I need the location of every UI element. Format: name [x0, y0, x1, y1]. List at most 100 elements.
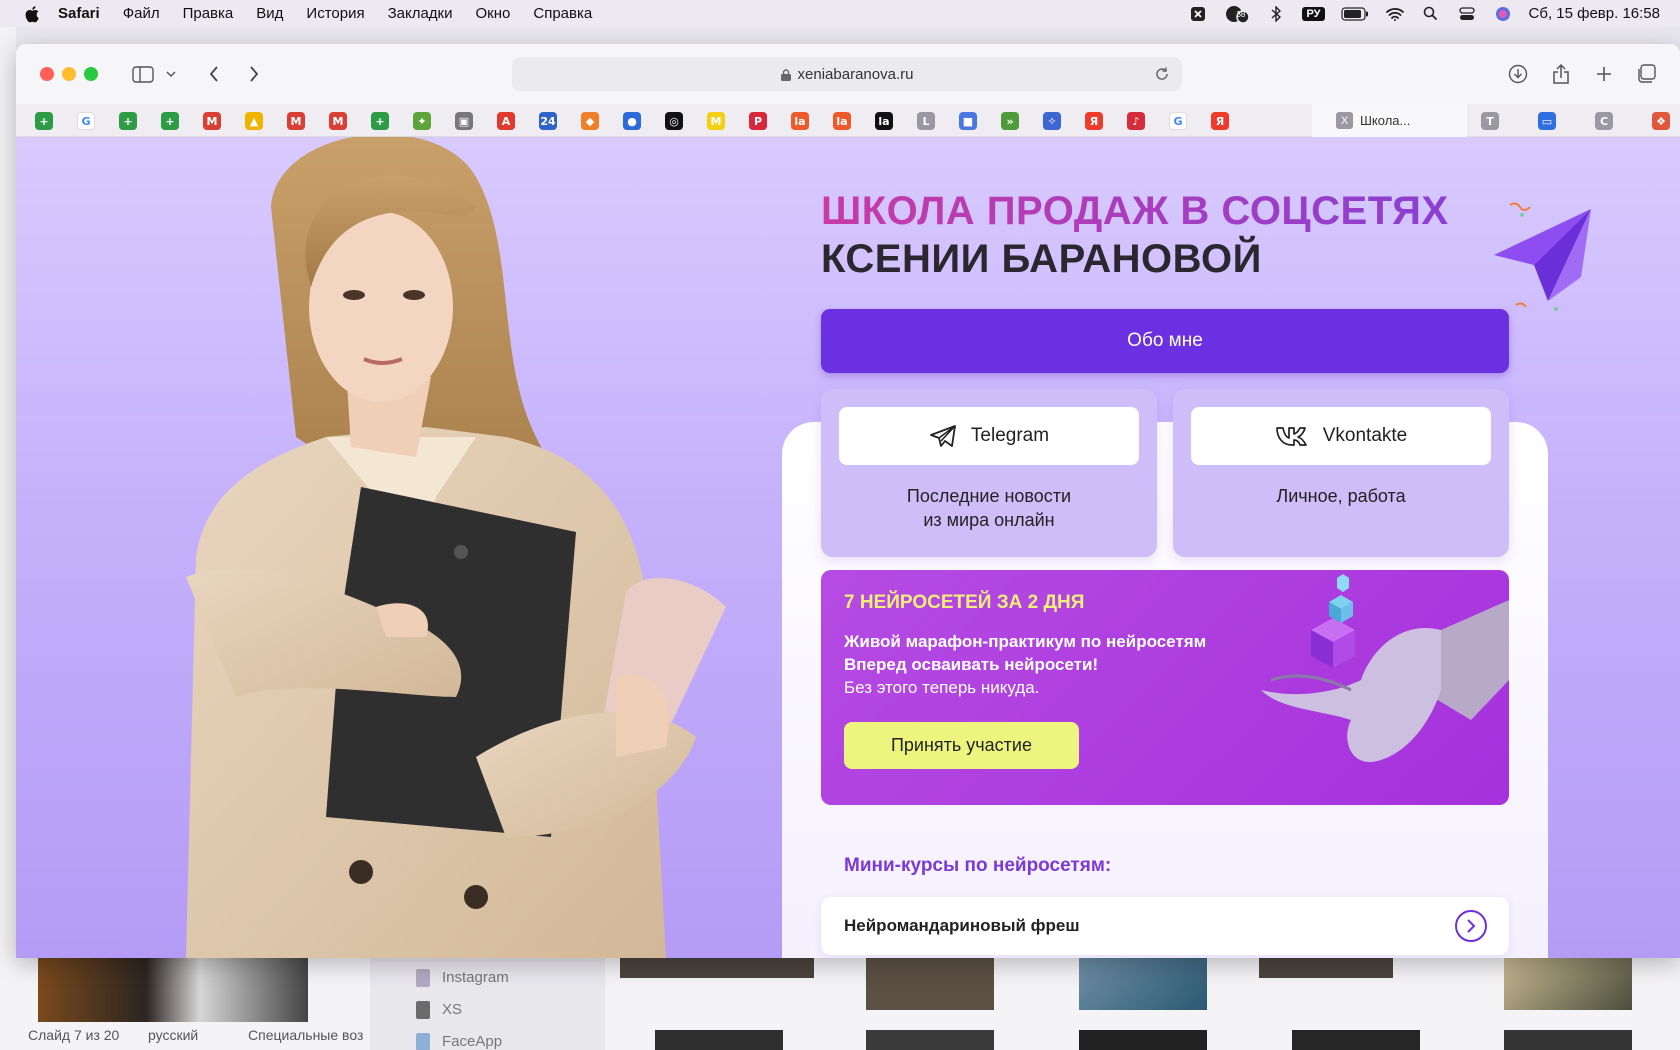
chevrons-icon[interactable]: »	[1001, 112, 1019, 130]
la-icon[interactable]: la	[791, 112, 809, 130]
notifications-badge-icon[interactable]: 38	[1224, 5, 1250, 23]
vkontakte-card: Vkontakte Личное, работа	[1173, 389, 1509, 557]
new-tab-icon[interactable]	[1592, 62, 1616, 86]
bird-icon[interactable]: ✧	[1043, 112, 1061, 130]
mini-courses-heading: Мини-курсы по нейросетям:	[844, 855, 1112, 876]
background-sidebar-item: FaceApp	[442, 1033, 503, 1050]
font-icon[interactable]: A	[497, 112, 515, 130]
menubar-clock[interactable]: Сб, 15 февр. 16:58	[1529, 5, 1660, 22]
letter-t-icon[interactable]: T	[1481, 112, 1499, 130]
chevron-down-icon[interactable]	[164, 62, 178, 86]
page-title-line2: КСЕНИИ БАРАНОВОЙ	[821, 237, 1262, 281]
music-icon[interactable]: ♪	[1127, 112, 1145, 130]
input-language-indicator[interactable]: РУ	[1302, 6, 1325, 21]
background-sidebar-item: XS	[442, 1001, 463, 1018]
control-center-icon[interactable]	[1457, 6, 1477, 22]
menu-history[interactable]: История	[306, 5, 364, 22]
menu-bookmarks[interactable]: Закладки	[388, 5, 453, 22]
menu-help[interactable]: Справка	[533, 5, 592, 22]
menubar-status-area: 38 РУ Сб, 15 февр. 16:58	[1188, 0, 1660, 27]
gmail-icon[interactable]: M	[203, 112, 221, 130]
menu-window[interactable]: Окно	[476, 5, 511, 22]
tab-bar: + G + + M ▲ M M + ✦ ▣ A 24 ◆ ● ◎ M Pla la la L ■ » ✧ Я ♪ G Я X Школ…	[16, 104, 1680, 137]
tab-overview-icon[interactable]	[1634, 62, 1658, 86]
menu-view[interactable]: Вид	[256, 5, 283, 22]
openai-icon[interactable]: ◎	[665, 112, 683, 130]
shield-icon[interactable]	[1188, 6, 1208, 22]
telegram-label: Telegram	[970, 425, 1050, 446]
tab-active[interactable]: X Школа...	[1312, 104, 1467, 137]
google-icon[interactable]: G	[1169, 112, 1187, 130]
folder-icon[interactable]: ▭	[1538, 112, 1556, 130]
wifi-icon[interactable]	[1385, 6, 1405, 22]
letter-c-icon[interactable]: C	[1595, 112, 1613, 130]
plus-icon[interactable]: +	[161, 112, 179, 130]
safari-window: xeniabaranova.ru + G + + M ▲ M M + ✦ ▣ A 24 ◆ ● ◎ M Pla la…	[16, 44, 1680, 958]
background-sidebar-item: Instagram	[442, 969, 509, 986]
plus-icon[interactable]: +	[371, 112, 389, 130]
apps-icon[interactable]: ❖	[1652, 112, 1670, 130]
background-thumbnail	[866, 958, 994, 1010]
participate-button[interactable]: Принять участие	[844, 722, 1079, 769]
leaf-icon[interactable]: ✦	[413, 112, 431, 130]
web-page: ШКОЛА ПРОДАЖ В СОЦСЕТЯХ КСЕНИИ БАРАНОВОЙ…	[16, 137, 1680, 958]
siri-icon[interactable]	[1493, 6, 1513, 22]
xs-app-icon	[416, 1001, 430, 1019]
language-status: русский	[148, 1027, 199, 1043]
paper-plane-icon	[1494, 202, 1591, 311]
yandex-icon[interactable]: Я	[1211, 112, 1229, 130]
letter-l-icon[interactable]: L	[917, 112, 935, 130]
share-icon[interactable]	[1549, 62, 1573, 86]
course-title: Нейромандариновый фреш	[844, 916, 1080, 935]
minimize-window-button[interactable]	[62, 67, 76, 81]
menu-file[interactable]: Файл	[123, 5, 160, 22]
vk-icon	[1275, 427, 1307, 446]
vkontakte-button[interactable]: Vkontakte	[1191, 407, 1491, 465]
background-thumbnail	[1079, 958, 1207, 1010]
close-window-button[interactable]	[40, 67, 54, 81]
menu-edit[interactable]: Правка	[183, 5, 234, 22]
google-icon[interactable]: G	[77, 112, 95, 130]
reload-icon[interactable]	[1154, 66, 1170, 82]
address-bar[interactable]: xeniabaranova.ru	[512, 57, 1182, 91]
la-icon[interactable]: la	[833, 112, 851, 130]
chevron-right-icon[interactable]	[1455, 910, 1487, 942]
background-window-edge	[0, 27, 16, 1050]
apple-logo-icon[interactable]	[22, 5, 44, 23]
miro-icon[interactable]: M	[707, 112, 725, 130]
background-thumbnail	[1504, 1030, 1632, 1050]
vkontakte-label: Vkontakte	[1322, 425, 1408, 446]
back-button[interactable]	[204, 62, 224, 86]
box-icon[interactable]: ◆	[581, 112, 599, 130]
sidebar-toggle-icon[interactable]	[130, 62, 156, 86]
drive-icon[interactable]: ▲	[245, 112, 263, 130]
spotlight-search-icon[interactable]	[1421, 6, 1441, 22]
firefox-icon[interactable]: ●	[623, 112, 641, 130]
promo-text: Живой марафон-практикум по нейросетям	[844, 632, 1207, 651]
background-thumbnail	[1504, 958, 1632, 1010]
plus-icon[interactable]: +	[119, 112, 137, 130]
battery-icon[interactable]	[1340, 6, 1369, 22]
24-icon[interactable]: 24	[539, 112, 557, 130]
forward-button[interactable]	[244, 62, 264, 86]
background-thumbnail	[866, 1030, 994, 1050]
yandex-icon[interactable]: Я	[1085, 112, 1103, 130]
downloads-icon[interactable]	[1506, 62, 1530, 86]
pinterest-icon[interactable]: P	[749, 112, 767, 130]
gmail-icon[interactable]: M	[287, 112, 305, 130]
la-icon[interactable]: la	[875, 112, 893, 130]
promo-banner: 7 НЕЙРОСЕТЕЙ ЗА 2 ДНЯ Живой марафон-прак…	[821, 570, 1509, 805]
background-thumbnail	[620, 958, 814, 978]
robot-hand-illustration	[1261, 574, 1509, 762]
tab-title: Школа...	[1360, 113, 1411, 128]
cube-icon[interactable]: ■	[959, 112, 977, 130]
bluetooth-icon[interactable]	[1266, 5, 1286, 22]
course-list-item[interactable]: Нейромандариновый фреш	[821, 897, 1509, 955]
about-me-button[interactable]: Обо мне	[821, 309, 1509, 373]
plus-icon[interactable]: +	[35, 112, 53, 130]
presentation-icon[interactable]: ▣	[455, 112, 473, 130]
gmail-icon[interactable]: M	[329, 112, 347, 130]
telegram-button[interactable]: Telegram	[839, 407, 1139, 465]
zoom-window-button[interactable]	[84, 67, 98, 81]
menu-app-name[interactable]: Safari	[58, 5, 100, 22]
